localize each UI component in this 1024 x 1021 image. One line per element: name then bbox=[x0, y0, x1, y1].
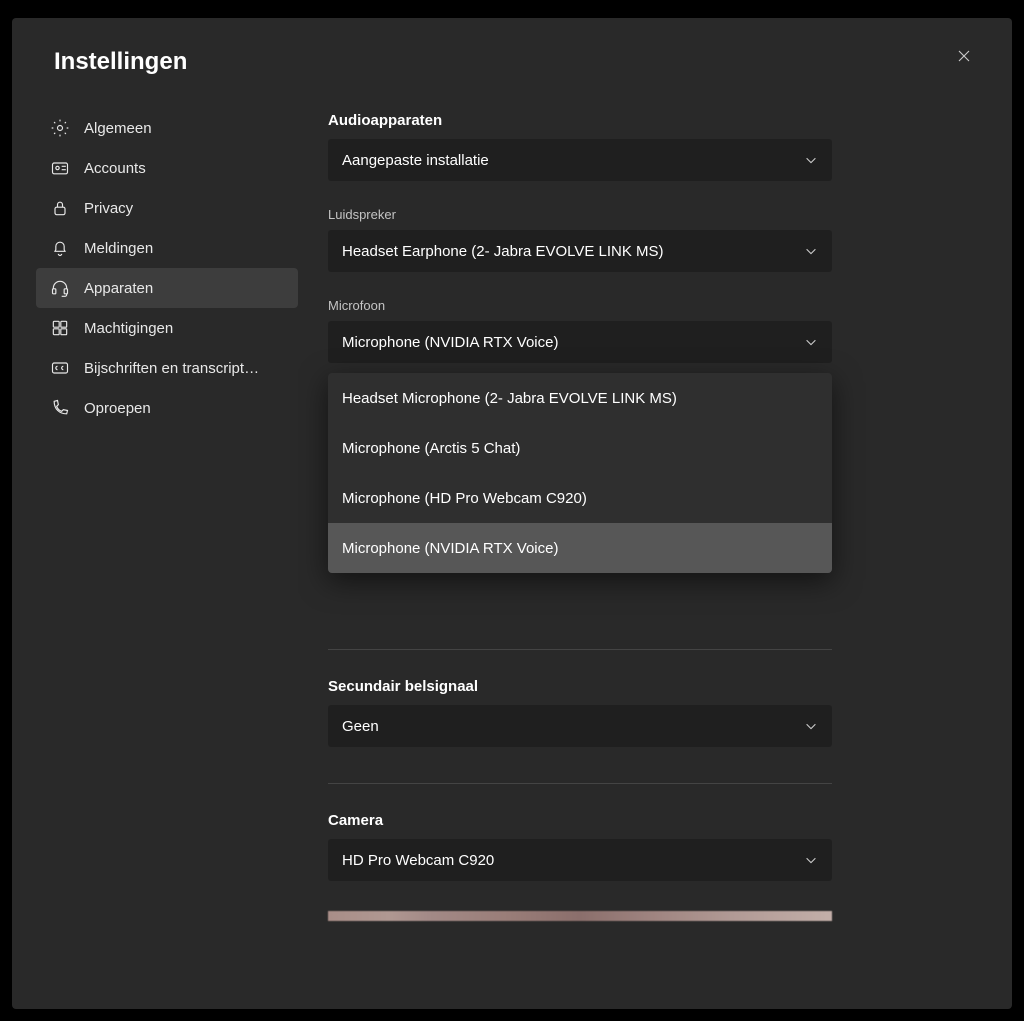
sidebar-item-privacy[interactable]: Privacy bbox=[36, 188, 298, 228]
close-icon bbox=[956, 48, 972, 64]
section-divider bbox=[328, 783, 832, 784]
chevron-down-icon bbox=[804, 853, 818, 867]
microphone-option[interactable]: Microphone (NVIDIA RTX Voice) bbox=[328, 523, 832, 573]
select-value: Aangepaste installatie bbox=[342, 152, 489, 169]
sidebar-item-label: Oproepen bbox=[84, 400, 151, 417]
select-value: Geen bbox=[342, 718, 379, 735]
select-value: HD Pro Webcam C920 bbox=[342, 852, 494, 869]
lock-icon bbox=[50, 198, 70, 218]
phone-icon bbox=[50, 398, 70, 418]
modal-header: Instellingen bbox=[12, 46, 1012, 98]
microphone-option[interactable]: Headset Microphone (2- Jabra EVOLVE LINK… bbox=[328, 373, 832, 423]
bell-icon bbox=[50, 238, 70, 258]
headset-icon bbox=[50, 278, 70, 298]
camera-heading: Camera bbox=[328, 812, 968, 829]
speaker-label: Luidspreker bbox=[328, 207, 968, 222]
sidebar-item-label: Machtigingen bbox=[84, 320, 173, 337]
select-value: Headset Earphone (2- Jabra EVOLVE LINK M… bbox=[342, 243, 664, 260]
cc-icon bbox=[50, 358, 70, 378]
sidebar-item-captions[interactable]: Bijschriften en transcript… bbox=[36, 348, 298, 388]
sidebar-item-permissions[interactable]: Machtigingen bbox=[36, 308, 298, 348]
settings-sidebar: Algemeen Accounts Privacy Meldingen bbox=[36, 98, 298, 1009]
chevron-down-icon bbox=[804, 153, 818, 167]
secondary-ringer-heading: Secundair belsignaal bbox=[328, 678, 968, 695]
microphone-option[interactable]: Microphone (Arctis 5 Chat) bbox=[328, 423, 832, 473]
audio-devices-heading: Audioapparaten bbox=[328, 112, 968, 129]
option-label: Microphone (NVIDIA RTX Voice) bbox=[342, 540, 558, 557]
sidebar-item-label: Accounts bbox=[84, 160, 146, 177]
select-value: Microphone (NVIDIA RTX Voice) bbox=[342, 334, 558, 351]
settings-content: Audioapparaten Aangepaste installatie Lu… bbox=[298, 98, 988, 1009]
speaker-select[interactable]: Headset Earphone (2- Jabra EVOLVE LINK M… bbox=[328, 230, 832, 272]
close-button[interactable] bbox=[948, 40, 980, 72]
gear-icon bbox=[50, 118, 70, 138]
sidebar-item-label: Meldingen bbox=[84, 240, 153, 257]
option-label: Microphone (Arctis 5 Chat) bbox=[342, 440, 520, 457]
camera-preview bbox=[328, 911, 832, 921]
secondary-ringer-select[interactable]: Geen bbox=[328, 705, 832, 747]
chevron-down-icon bbox=[804, 335, 818, 349]
modal-title: Instellingen bbox=[54, 48, 187, 76]
sidebar-item-label: Apparaten bbox=[84, 280, 153, 297]
section-divider bbox=[328, 649, 832, 650]
sidebar-item-label: Bijschriften en transcript… bbox=[84, 360, 259, 377]
camera-select[interactable]: HD Pro Webcam C920 bbox=[328, 839, 832, 881]
audio-devices-select[interactable]: Aangepaste installatie bbox=[328, 139, 832, 181]
sidebar-item-label: Privacy bbox=[84, 200, 133, 217]
apps-icon bbox=[50, 318, 70, 338]
modal-body: Algemeen Accounts Privacy Meldingen bbox=[12, 98, 1012, 1009]
microphone-select[interactable]: Microphone (NVIDIA RTX Voice) Headset Mi… bbox=[328, 321, 832, 363]
chevron-down-icon bbox=[804, 244, 818, 258]
sidebar-item-notifications[interactable]: Meldingen bbox=[36, 228, 298, 268]
sidebar-item-accounts[interactable]: Accounts bbox=[36, 148, 298, 188]
sidebar-item-calls[interactable]: Oproepen bbox=[36, 388, 298, 428]
microphone-label: Microfoon bbox=[328, 298, 968, 313]
option-label: Headset Microphone (2- Jabra EVOLVE LINK… bbox=[342, 390, 677, 407]
settings-modal: Instellingen Algemeen Accounts bbox=[12, 18, 1012, 1009]
id-card-icon bbox=[50, 158, 70, 178]
microphone-dropdown: Headset Microphone (2- Jabra EVOLVE LINK… bbox=[328, 373, 832, 573]
option-label: Microphone (HD Pro Webcam C920) bbox=[342, 490, 587, 507]
sidebar-item-general[interactable]: Algemeen bbox=[36, 108, 298, 148]
microphone-option[interactable]: Microphone (HD Pro Webcam C920) bbox=[328, 473, 832, 523]
chevron-down-icon bbox=[804, 719, 818, 733]
sidebar-item-label: Algemeen bbox=[84, 120, 152, 137]
sidebar-item-devices[interactable]: Apparaten bbox=[36, 268, 298, 308]
